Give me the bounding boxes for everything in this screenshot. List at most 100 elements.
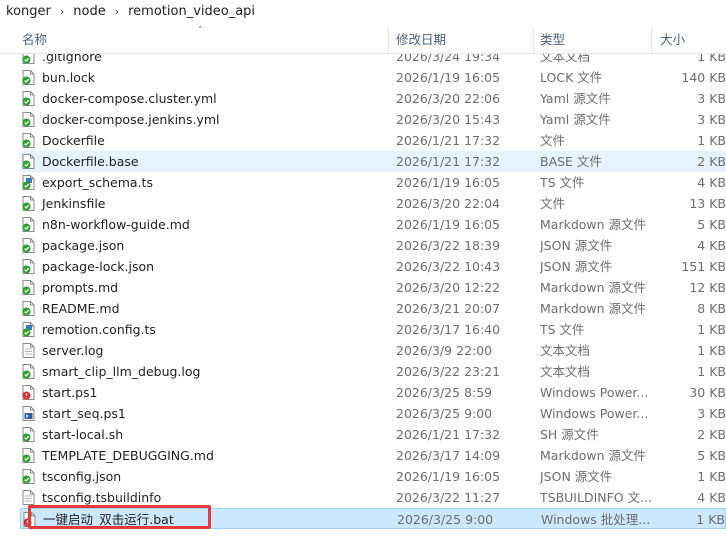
file-name[interactable]: package-lock.json — [42, 256, 154, 277]
file-row[interactable]: smart_clip_llm_debug.log 2026/3/22 23:21 文… — [20, 361, 726, 382]
file-type: TSBUILDINFO 文... — [540, 490, 652, 505]
file-row[interactable]: README.md 2026/3/21 20:07 Markdown 源文件 8 KB — [20, 298, 726, 319]
file-date: 2026/1/21 17:32 — [396, 154, 501, 169]
file-size: 5 KB — [697, 448, 726, 463]
file-name[interactable]: README.md — [42, 298, 120, 319]
file-name[interactable]: TEMPLATE_DEBUGGING.md — [42, 445, 214, 466]
file-row[interactable]: package-lock.json 2026/3/22 10:43 JSON 源文件… — [20, 256, 726, 277]
column-date-header[interactable]: 修改日期 — [396, 26, 532, 54]
file-size: 1 KB — [697, 54, 726, 64]
file-type: Markdown 源文件 — [540, 301, 647, 316]
file-row[interactable]: n8n-workflow-guide.md 2026/1/19 16:05 Mark… — [20, 214, 726, 235]
file-size: 1 KB — [697, 133, 726, 148]
file-row[interactable]: tsconfig.json 2026/1/19 16:05 JSON 源文件 1 KB — [20, 466, 726, 487]
file-name[interactable]: bun.lock — [42, 67, 95, 88]
file-row[interactable]: export_schema.ts 2026/1/19 16:05 TS 文件 4 KB — [20, 172, 726, 193]
column-size-header[interactable]: 大小 — [660, 26, 720, 54]
file-type: JSON 源文件 — [540, 259, 613, 274]
file-row[interactable]: start_seq.ps1 2026/3/25 9:00 Windows Power… — [20, 403, 726, 424]
file-row[interactable]: start.ps1 2026/3/25 8:59 Windows Power... 3… — [20, 382, 726, 403]
file-name[interactable]: Dockerfile — [42, 130, 105, 151]
file-name[interactable]: n8n-workflow-guide.md — [42, 214, 190, 235]
file-name[interactable]: prompts.md — [42, 277, 118, 298]
file-date: 2026/3/17 14:09 — [396, 448, 501, 463]
file-list[interactable]: .gitignore 2026/3/24 19:34 文本文档 1 KB bun.loc… — [0, 54, 726, 540]
file-synced-icon — [22, 259, 35, 274]
file-type: Markdown 源文件 — [540, 448, 647, 463]
file-name[interactable]: export_schema.ts — [42, 172, 153, 193]
column-type-header[interactable]: 类型 — [540, 26, 648, 54]
file-name[interactable]: .gitignore — [42, 54, 102, 67]
file-type: TS 文件 — [540, 322, 585, 337]
file-synced-icon — [22, 322, 35, 337]
file-date: 2026/3/20 12:22 — [396, 280, 501, 295]
file-synced-icon — [22, 91, 35, 106]
file-size: 3 KB — [697, 406, 726, 421]
file-row[interactable]: package.json 2026/3/22 18:39 JSON 源文件 4 KB — [20, 235, 726, 256]
file-synced-icon — [22, 217, 35, 232]
file-name[interactable]: start.ps1 — [42, 382, 98, 403]
file-name[interactable]: Dockerfile.base — [42, 151, 139, 172]
file-synced-icon — [22, 70, 35, 85]
file-size: 140 KB — [681, 70, 726, 85]
file-row[interactable]: TEMPLATE_DEBUGGING.md 2026/3/17 14:09 Mark… — [20, 445, 726, 466]
breadcrumb-konger[interactable]: konger — [4, 4, 53, 19]
column-header: ˄ 名称 修改日期 类型 大小 — [0, 26, 726, 54]
file-name[interactable]: Jenkinsfile — [42, 193, 105, 214]
file-size: 4 KB — [697, 175, 726, 190]
file-type: 文本文档 — [540, 343, 591, 358]
file-row[interactable]: Dockerfile 2026/1/21 17:32 文件 1 KB — [20, 130, 726, 151]
file-synced-icon — [22, 133, 35, 148]
file-size: 1 KB — [697, 364, 726, 379]
file-size: 1 KB — [697, 322, 726, 337]
file-name[interactable]: smart_clip_llm_debug.log — [42, 361, 200, 382]
file-size: 12 KB — [689, 280, 726, 295]
file-row[interactable]: remotion.config.ts 2026/3/17 16:40 TS 文件 1 … — [20, 319, 726, 340]
file-name[interactable]: remotion.config.ts — [42, 319, 156, 340]
file-name[interactable]: 一键启动_双击运行.bat — [43, 509, 174, 530]
file-row[interactable]: prompts.md 2026/3/20 12:22 Markdown 源文件 12 … — [20, 277, 726, 298]
powershell-file-icon — [22, 406, 35, 421]
column-divider[interactable] — [533, 29, 534, 53]
file-row[interactable]: server.log 2026/3/9 22:00 文本文档 1 KB — [20, 340, 726, 361]
file-date: 2026/3/25 9:00 — [397, 512, 494, 527]
file-name[interactable]: docker-compose.jenkins.yml — [42, 109, 220, 130]
file-type: Windows Power... — [540, 385, 649, 400]
file-date: 2026/3/22 10:43 — [396, 259, 501, 274]
file-type: JSON 源文件 — [540, 469, 613, 484]
file-row[interactable]: 一键启动_双击运行.bat 2026/3/25 9:00 Windows 批处理..… — [20, 508, 726, 529]
file-row[interactable]: docker-compose.cluster.yml 2026/3/20 22:0… — [20, 88, 726, 109]
file-row[interactable]: tsconfig.tsbuildinfo 2026/3/22 11:27 TSBUI… — [20, 487, 726, 508]
breadcrumb-node[interactable]: node — [71, 4, 107, 19]
file-row[interactable]: start-local.sh 2026/1/21 17:32 SH 源文件 2 KB — [20, 424, 726, 445]
file-size: 3 KB — [697, 112, 726, 127]
file-size: 1 KB — [696, 512, 725, 527]
file-name[interactable]: tsconfig.json — [42, 466, 121, 487]
file-size: 1 KB — [697, 469, 726, 484]
file-row[interactable]: Jenkinsfile 2026/3/20 22:04 文件 13 KB — [20, 193, 726, 214]
file-type: 文本文档 — [540, 364, 591, 379]
file-row[interactable]: Dockerfile.base 2026/1/21 17:32 BASE 文件 2 K… — [20, 151, 726, 172]
file-row[interactable]: .gitignore 2026/3/24 19:34 文本文档 1 KB — [20, 54, 726, 67]
file-name[interactable]: server.log — [42, 340, 103, 361]
file-date: 2026/3/22 11:27 — [396, 490, 501, 505]
file-date: 2026/3/9 22:00 — [396, 343, 493, 358]
file-name[interactable]: docker-compose.cluster.yml — [42, 88, 217, 109]
column-divider[interactable] — [388, 29, 389, 53]
file-name[interactable]: package.json — [42, 235, 124, 256]
file-name[interactable]: start-local.sh — [42, 424, 123, 445]
breadcrumb-remotion-video-api[interactable]: remotion_video_api — [126, 4, 257, 19]
file-date: 2026/3/22 23:21 — [396, 364, 501, 379]
file-type: LOCK 文件 — [540, 70, 603, 85]
file-name[interactable]: start_seq.ps1 — [42, 403, 126, 424]
file-name[interactable]: tsconfig.tsbuildinfo — [42, 487, 161, 508]
file-date: 2026/3/24 19:34 — [396, 54, 501, 64]
file-type: JSON 源文件 — [540, 238, 613, 253]
column-name-header[interactable]: 名称 — [22, 26, 386, 54]
file-row[interactable]: docker-compose.jenkins.yml 2026/3/20 15:4… — [20, 109, 726, 130]
file-row[interactable]: bun.lock 2026/1/19 16:05 LOCK 文件 140 KB — [20, 67, 726, 88]
file-synced-icon — [22, 280, 35, 295]
column-divider[interactable] — [651, 29, 652, 53]
file-synced-icon — [22, 196, 35, 211]
file-size: 2 KB — [697, 154, 726, 169]
